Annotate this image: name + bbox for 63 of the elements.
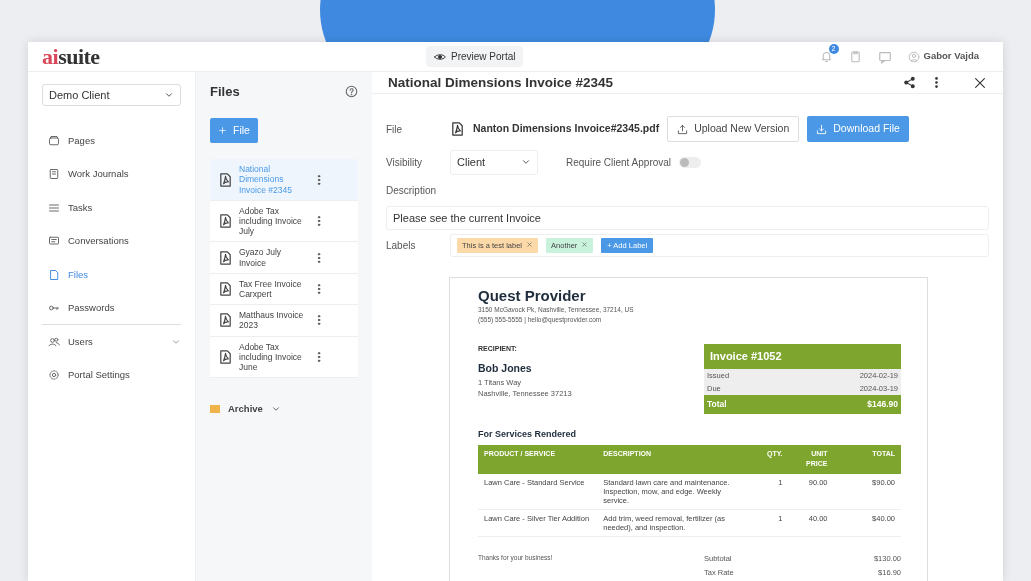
close-icon[interactable] <box>973 75 987 90</box>
pdf-file-icon <box>218 311 233 330</box>
users-icon <box>48 335 60 348</box>
file-list-item[interactable]: Gyazo July Invoice <box>210 242 358 274</box>
sidebar-item[interactable]: Tasks <box>42 191 181 225</box>
total-value: $146.90 <box>867 398 898 411</box>
client-select[interactable]: Demo Client <box>42 84 181 106</box>
field-label: Description <box>386 183 438 198</box>
archive-toggle[interactable]: Archive <box>210 402 281 417</box>
upload-button[interactable]: Upload New Version <box>667 116 800 142</box>
pages-icon <box>48 134 60 147</box>
pdf-file-icon <box>218 279 233 298</box>
remove-icon <box>581 241 589 248</box>
list-icon <box>48 201 60 214</box>
file-title: National Dimensions Invoice #2345 <box>388 73 615 92</box>
help-icon[interactable] <box>345 85 358 99</box>
user-menu[interactable]: Gabor Vajda <box>907 49 979 64</box>
clipboard-icon[interactable] <box>848 50 862 63</box>
approval-toggle[interactable] <box>679 156 702 168</box>
pdf-file-icon <box>218 170 233 189</box>
pdf-file-icon <box>218 212 233 231</box>
file-list-item[interactable]: Matthaus Invoice 2023 <box>210 305 358 337</box>
sidebar-item[interactable]: Users <box>42 325 181 359</box>
invoice-number: Invoice #1052 <box>704 344 901 369</box>
sidebar-item[interactable]: Pages <box>42 124 181 158</box>
pdf-file-icon <box>450 120 465 139</box>
visibility-select[interactable]: Client <box>450 150 538 175</box>
pdf-file-icon <box>218 347 233 366</box>
total-label: Total <box>707 398 727 411</box>
file-name: Nanton Dimensions Invoice#2345.pdf <box>473 121 660 137</box>
file-list-item[interactable]: Adobe Tax including Invoice July <box>210 200 358 243</box>
company-name: Quest Provider <box>478 288 587 305</box>
chevron-down-icon <box>164 90 174 100</box>
services-title: For Services Rendered <box>478 428 578 441</box>
journal-icon <box>48 168 60 181</box>
file-icon <box>48 268 60 281</box>
plus-icon <box>218 125 227 135</box>
bell-icon[interactable] <box>819 50 833 63</box>
description-field[interactable]: Please see the current Invoice <box>386 205 989 230</box>
logo: aisuite <box>41 45 101 68</box>
field-label: Require Client Approval <box>566 155 672 170</box>
settings-icon <box>48 369 60 382</box>
recipient-name: Bob Jones <box>478 360 533 376</box>
preview-portal-button[interactable]: Preview Portal <box>426 46 524 67</box>
remove-icon <box>526 241 534 248</box>
field-label: Labels <box>386 239 417 254</box>
upload-icon <box>677 123 689 135</box>
file-list-item[interactable]: Adobe Tax including Invoice June <box>210 336 358 379</box>
download-icon <box>816 123 828 135</box>
field-label: File <box>386 122 404 137</box>
sidebar-item[interactable]: Work Journals <box>42 157 181 191</box>
file-list-item[interactable]: Tax Free Invoice Carxpert <box>210 273 358 306</box>
archive-icon <box>210 405 220 414</box>
chat-icon <box>48 235 60 248</box>
panel-title: Files <box>210 83 240 101</box>
sidebar-item[interactable]: Portal Settings <box>42 358 181 392</box>
sidebar-item[interactable]: Files <box>42 258 181 292</box>
sidebar-item[interactable]: Passwords <box>42 291 181 325</box>
user-icon <box>907 50 920 63</box>
sidebar-item[interactable]: Conversations <box>42 224 181 258</box>
field-label: Visibility <box>386 155 423 170</box>
share-icon[interactable] <box>903 76 916 90</box>
pdf-file-icon <box>218 248 233 267</box>
